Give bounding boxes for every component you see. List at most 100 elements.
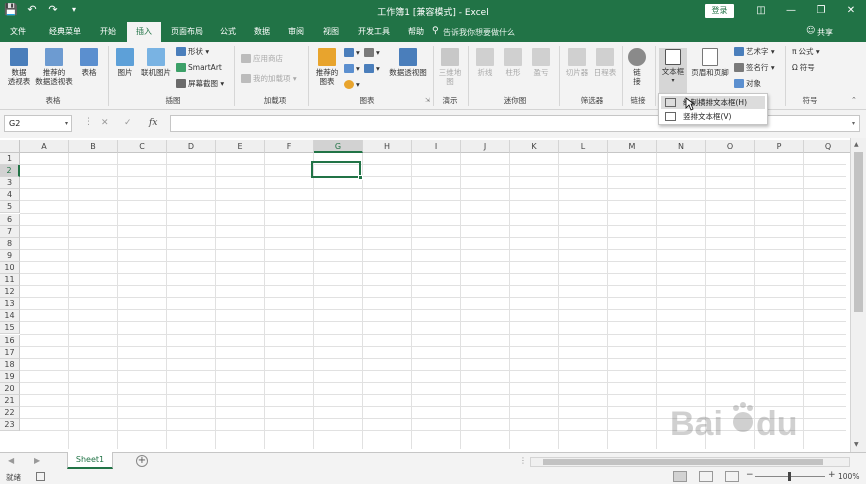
row-header-4[interactable]: 4	[0, 189, 20, 202]
page-layout-view-icon[interactable]	[699, 471, 713, 482]
wordart-button[interactable]: 艺术字 ▾	[734, 47, 775, 57]
table-button[interactable]: 表格	[76, 48, 102, 77]
row-header-7[interactable]: 7	[0, 225, 20, 238]
row-header-16[interactable]: 16	[0, 334, 20, 347]
row-header-2[interactable]: 2	[0, 165, 20, 178]
my-addins-button[interactable]: 我的加载项 ▾	[241, 74, 297, 84]
vertical-scrollbar[interactable]: ▲ ▼	[850, 138, 866, 452]
horizontal-scrollbar[interactable]	[530, 457, 850, 467]
row-header-17[interactable]: 17	[0, 346, 20, 359]
row-header-20[interactable]: 20	[0, 382, 20, 395]
tab-help[interactable]: 帮助	[403, 22, 429, 42]
next-sheet-icon[interactable]: ▶	[34, 456, 40, 465]
row-header-13[interactable]: 13	[0, 298, 20, 311]
tab-page-layout[interactable]: 页面布局	[167, 22, 207, 42]
row-header-23[interactable]: 23	[0, 419, 20, 432]
row-header-3[interactable]: 3	[0, 177, 20, 190]
share-button[interactable]: 共享	[817, 27, 833, 38]
row-header-12[interactable]: 12	[0, 286, 20, 299]
object-button[interactable]: 对象	[734, 79, 761, 89]
column-header-j[interactable]: J	[461, 140, 510, 153]
zoom-out-icon[interactable]: −	[746, 470, 754, 480]
tab-classic-menu[interactable]: 经典菜单	[44, 22, 86, 42]
menu-item-vertical-textbox[interactable]: 竖排文本框(V)	[661, 110, 765, 123]
header-footer-button[interactable]: 页眉和页脚	[688, 48, 732, 77]
menu-item-horizontal-textbox[interactable]: 绘制横排文本框(H)	[661, 96, 765, 109]
line-chart-button[interactable]: ▾	[344, 64, 360, 74]
name-box[interactable]: G2 ▾	[4, 115, 72, 132]
pie-chart-button[interactable]: ▾	[344, 80, 360, 90]
active-cell[interactable]	[311, 161, 363, 180]
dialog-launcher-icon[interactable]: ⇲	[425, 97, 430, 104]
tab-formulas[interactable]: 公式	[215, 22, 241, 42]
row-header-1[interactable]: 1	[0, 153, 20, 166]
timeline-button[interactable]: 日程表	[591, 48, 619, 77]
macro-record-icon[interactable]	[36, 472, 45, 481]
tab-file[interactable]: 文件	[6, 22, 30, 42]
smartart-button[interactable]: SmartArt	[176, 63, 222, 73]
pivot-chart-button[interactable]: 数据透视图	[387, 48, 429, 77]
row-header-8[interactable]: 8	[0, 237, 20, 250]
scroll-up-icon[interactable]: ▲	[854, 141, 859, 148]
login-button[interactable]: 登录	[705, 4, 734, 18]
row-header-10[interactable]: 10	[0, 261, 20, 274]
tab-home[interactable]: 开始	[96, 22, 120, 42]
column-header-g[interactable]: G	[314, 140, 363, 153]
online-picture-button[interactable]: 联机图片	[139, 48, 173, 77]
select-all-corner[interactable]	[0, 140, 20, 153]
row-header-15[interactable]: 15	[0, 322, 20, 335]
row-header-5[interactable]: 5	[0, 201, 20, 214]
column-header-q[interactable]: Q	[804, 140, 853, 153]
insert-function-icon[interactable]: fx	[149, 118, 157, 128]
screenshot-button[interactable]: 屏幕截图 ▾	[176, 79, 224, 89]
column-header-n[interactable]: N	[657, 140, 706, 153]
minimize-icon[interactable]: —	[776, 0, 806, 22]
vertical-scroll-thumb[interactable]	[854, 152, 863, 312]
shapes-button[interactable]: 形状 ▾	[176, 47, 209, 57]
column-header-c[interactable]: C	[118, 140, 167, 153]
horizontal-scroll-thumb[interactable]	[543, 459, 823, 465]
pivot-table-button[interactable]: 数据 透视表	[4, 48, 34, 86]
row-header-9[interactable]: 9	[0, 249, 20, 262]
scroll-down-icon[interactable]: ▼	[854, 441, 859, 448]
tab-data[interactable]: 数据	[249, 22, 275, 42]
column-sparkline-button[interactable]: 柱形	[501, 48, 525, 77]
row-header-11[interactable]: 11	[0, 274, 20, 287]
picture-button[interactable]: 图片	[113, 48, 137, 77]
slicer-button[interactable]: 切片器	[563, 48, 591, 77]
tab-review[interactable]: 审阅	[283, 22, 309, 42]
split-handle-icon[interactable]: ⋮	[519, 456, 527, 465]
tab-developer[interactable]: 开发工具	[354, 22, 394, 42]
column-header-i[interactable]: I	[412, 140, 461, 153]
column-header-m[interactable]: M	[608, 140, 657, 153]
3d-map-button[interactable]: 三维地 图	[437, 48, 463, 86]
column-chart-button[interactable]: ▾	[344, 48, 360, 58]
zoom-knob[interactable]	[788, 472, 791, 481]
line-sparkline-button[interactable]: 折线	[473, 48, 497, 77]
restore-icon[interactable]: ❐	[806, 0, 836, 22]
column-header-d[interactable]: D	[167, 140, 216, 153]
column-header-a[interactable]: A	[20, 140, 69, 153]
collapse-ribbon-icon[interactable]: ⌃	[851, 96, 857, 104]
expand-formula-icon[interactable]: ▾	[852, 120, 855, 127]
row-header-14[interactable]: 14	[0, 310, 20, 323]
page-break-view-icon[interactable]	[725, 471, 739, 482]
recommended-charts-button[interactable]: 推荐的 图表	[313, 48, 341, 86]
column-header-o[interactable]: O	[706, 140, 755, 153]
hierarchy-chart-button[interactable]: ▾	[364, 48, 380, 58]
row-header-21[interactable]: 21	[0, 395, 20, 408]
column-header-p[interactable]: P	[755, 140, 804, 153]
column-header-b[interactable]: B	[69, 140, 118, 153]
tab-view[interactable]: 视图	[318, 22, 344, 42]
column-header-l[interactable]: L	[559, 140, 608, 153]
row-header-6[interactable]: 6	[0, 213, 20, 226]
row-header-22[interactable]: 22	[0, 407, 20, 420]
link-button[interactable]: 链 接	[626, 48, 648, 86]
app-store-button[interactable]: 应用商店	[241, 54, 283, 64]
row-header-19[interactable]: 19	[0, 370, 20, 383]
signature-line-button[interactable]: 签名行 ▾	[734, 63, 775, 73]
textbox-button[interactable]: 文本框 ▾	[659, 48, 687, 94]
ribbon-display-icon[interactable]: ◫	[746, 0, 776, 22]
prev-sheet-icon[interactable]: ◀	[8, 456, 14, 465]
fill-handle[interactable]	[358, 175, 363, 180]
